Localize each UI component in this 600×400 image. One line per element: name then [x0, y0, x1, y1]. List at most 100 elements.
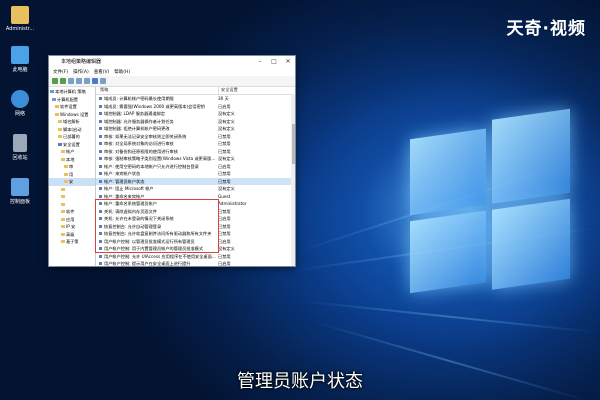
tree-node[interactable]: 应用 [49, 216, 95, 224]
desktop-icon-user[interactable]: Administr... [2, 6, 38, 32]
policy-icon [99, 224, 102, 228]
minimize-button[interactable]: – [253, 58, 267, 65]
policy-row[interactable]: 帐户: 使用空密码的本地帐户只允许进行控制台登录 已启用 [96, 163, 295, 171]
tree-node[interactable]: 本地计算机 策略 [49, 88, 95, 96]
tree-node[interactable]: 计算机配置 [49, 96, 95, 104]
desktop-icon-computer[interactable]: 此电脑 [2, 46, 38, 73]
computer-icon [50, 90, 54, 94]
policy-row[interactable]: 关机: 清除虚拟内存页面文件 已禁用 [96, 208, 295, 216]
policy-row[interactable]: 帐户: 阻止 Microsoft 帐户 没有定义 [96, 185, 295, 193]
policy-icon [99, 232, 102, 235]
folder-icon [61, 187, 65, 191]
menu-bar: 文件(F) 操作(A) 查看(V) 帮助(H) [49, 67, 295, 76]
menu-help[interactable]: 帮助(H) [114, 69, 130, 75]
properties-icon[interactable] [100, 78, 106, 84]
policy-row[interactable]: 帐户: 重命名系统管理员帐户 Administrator [96, 200, 295, 208]
policy-name: 恢复控制台: 允许软盘复制并访问所有驱动器和所有文件夹 [104, 231, 212, 236]
show-hide-tree-icon[interactable] [76, 78, 82, 84]
tree-node[interactable]: 安全设置 [49, 141, 95, 149]
policy-icon [99, 187, 102, 190]
policy-name: 帐户: 使用空密码的本地帐户只允许进行控制台登录 [104, 163, 199, 169]
policy-row[interactable]: 恢复控制台: 允许自动管理登录 已禁用 [96, 223, 295, 231]
tree-node[interactable]: 本地 [49, 156, 95, 164]
policy-row-admin-account-status[interactable]: 帐户: 管理员帐户状态 已禁用 [96, 177, 295, 185]
policy-row[interactable]: 域成员: 需要强(Windows 2000 或更高版本)会话密钥 已启用 [96, 103, 295, 111]
maximize-button[interactable]: □ [267, 58, 281, 65]
title-bar[interactable]: 本地组策略编辑器 – □ ✕ [49, 56, 295, 67]
editor-content: 本地计算机 策略 计算机配置 软件设置 Windows 设置 域名解析 脚本(启… [49, 87, 295, 266]
folder-icon [61, 217, 65, 221]
policy-row[interactable]: 用户帐户控制: 允许 UIAccess 应用程序在不使用安全桌面的情况下提升权限… [96, 253, 295, 261]
policy-row[interactable]: 用户帐户控制: 以管理员批准模式运行所有管理员 已启用 [96, 238, 295, 246]
menu-file[interactable]: 文件(F) [53, 69, 68, 75]
up-folder-icon[interactable] [68, 78, 74, 84]
vertical-scrollbar[interactable] [291, 94, 295, 266]
policy-icon [99, 209, 102, 213]
tree-node[interactable]: IP 安 [49, 223, 95, 231]
policy-row[interactable]: 关机: 允许在未登录的情况下关闭系统 已启用 [96, 215, 295, 223]
policy-row[interactable]: 帐户: 重命名来宾帐户 Guest [96, 193, 295, 201]
policy-icon [99, 134, 102, 138]
policy-name: 域成员: 需要强(Windows 2000 或更高版本)会话密钥 [104, 103, 205, 109]
computer-icon [11, 46, 29, 64]
column-policy[interactable]: 策略 [96, 87, 218, 94]
desktop-icon-network[interactable]: 网络 [2, 90, 38, 117]
policy-setting: 30 天 [218, 96, 229, 101]
policy-list[interactable]: 策略 安全设置 域成员: 计算机帐户密码最长使用期限 30 天域成员: 需要强(W… [96, 87, 295, 266]
tree-node[interactable]: 基于策 [49, 238, 95, 246]
policy-row[interactable]: 域成员: 计算机帐户密码最长使用期限 30 天 [96, 95, 295, 103]
policy-name: 用户帐户控制: 用于内置管理员帐户的管理员批准模式 [104, 246, 204, 251]
policy-row[interactable]: 域控制器: LDAP 服务器通道绑定 没有定义 [96, 110, 295, 118]
policy-setting: 没有定义 [218, 126, 235, 131]
tree-node[interactable] [49, 193, 95, 201]
policy-tree[interactable]: 本地计算机 策略 计算机配置 软件设置 Windows 设置 域名解析 脚本(启… [49, 87, 96, 266]
policy-icon [99, 164, 102, 168]
policy-row[interactable]: 用户帐户控制: 用于内置管理员帐户的管理员批准模式 没有定义 [96, 245, 295, 253]
folder-icon [61, 225, 65, 229]
tree-node[interactable]: 审 [49, 163, 95, 171]
group-policy-editor-window[interactable]: 本地组策略编辑器 – □ ✕ 文件(F) 操作(A) 查看(V) 帮助(H) 本… [48, 55, 296, 267]
desktop-icon-control-panel[interactable]: 控制面板 [2, 178, 38, 205]
tree-node[interactable]: 已部署的 [49, 133, 95, 141]
policy-icon [99, 194, 102, 198]
tree-node[interactable] [49, 186, 95, 194]
column-setting[interactable]: 安全设置 [218, 87, 295, 94]
tree-node[interactable]: 高级 [49, 231, 95, 239]
tree-node[interactable]: 脚本(启动 [49, 126, 95, 134]
policy-row[interactable]: 域控制器: 允许服务器操作者计划任务 没有定义 [96, 118, 295, 126]
tree-node[interactable] [49, 201, 95, 209]
policy-row[interactable]: 审核: 强制审核策略子类别设置(Windows Vista 或更高版本)以 没有定… [96, 155, 295, 163]
export-list-icon[interactable] [84, 78, 90, 84]
desktop-icon-recycle-bin[interactable]: 回收站 [2, 134, 38, 161]
folder-icon [61, 232, 65, 236]
menu-action[interactable]: 操作(A) [73, 69, 89, 75]
back-icon[interactable] [52, 78, 58, 84]
policy-setting: Administrator [218, 201, 247, 206]
policy-icon [99, 149, 102, 153]
light-ray [299, 300, 599, 334]
close-button[interactable]: ✕ [281, 58, 295, 65]
help-icon[interactable] [92, 78, 98, 84]
tree-node[interactable]: 帐户 [49, 148, 95, 156]
policy-setting: 没有定义 [218, 111, 235, 116]
policy-row[interactable]: 审核: 如果无法记录安全审核则立即关闭系统 已禁用 [96, 133, 295, 141]
tree-node[interactable]: 域名解析 [49, 118, 95, 126]
policy-row[interactable]: 恢复控制台: 允许软盘复制并访问所有驱动器和所有文件夹 已禁用 [96, 230, 295, 238]
policy-name: 关机: 清除虚拟内存页面文件 [104, 208, 157, 214]
forward-icon[interactable] [60, 78, 66, 84]
policy-row[interactable]: 域控制器: 拒绝计算机帐户密码更改 没有定义 [96, 125, 295, 133]
policy-row[interactable]: 审核: 对全局系统对象的访问进行审核 已禁用 [96, 140, 295, 148]
menu-view[interactable]: 查看(V) [94, 69, 110, 75]
policy-icon [99, 254, 102, 258]
network-icon [11, 90, 29, 108]
tree-node[interactable]: 用 [49, 171, 95, 179]
tree-node-security-options[interactable]: 安 [49, 178, 95, 186]
tree-node[interactable]: 软件设置 [49, 103, 95, 111]
policy-row[interactable]: 用户帐户控制: 提示用户在安全桌面上进行提升 已启用 [96, 260, 295, 266]
policy-row[interactable]: 帐户: 来宾帐户状态 已禁用 [96, 170, 295, 178]
tree-node[interactable]: 软件 [49, 208, 95, 216]
policy-row[interactable]: 审核: 对备份和还原权限的使用进行审核 已禁用 [96, 148, 295, 156]
tree-node[interactable]: Windows 设置 [49, 111, 95, 119]
scrollbar-thumb[interactable] [291, 124, 295, 164]
policy-name: 域控制器: 拒绝计算机帐户密码更改 [104, 126, 170, 131]
